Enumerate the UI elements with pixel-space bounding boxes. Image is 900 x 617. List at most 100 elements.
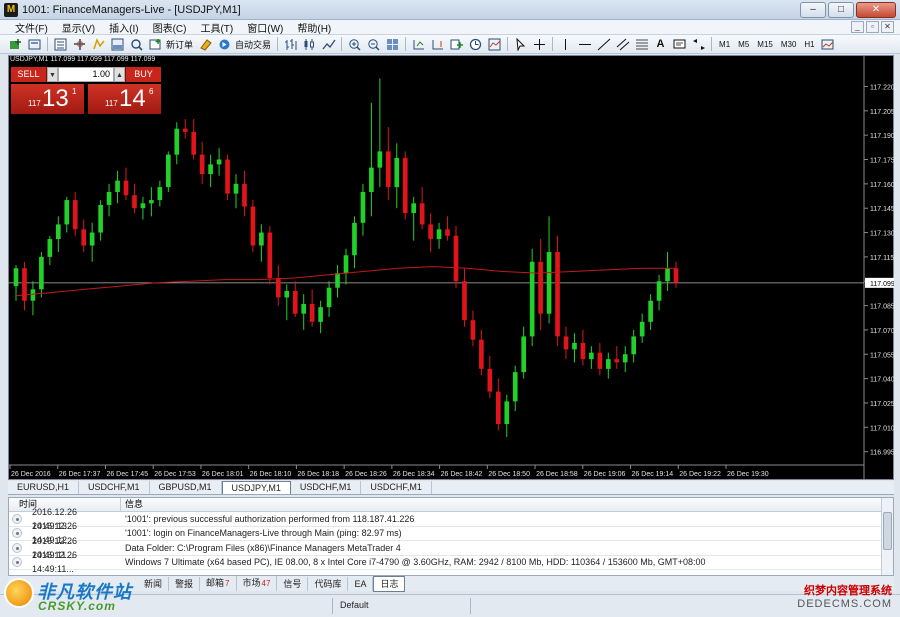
terminal-icon[interactable] bbox=[110, 37, 126, 52]
tester-icon[interactable] bbox=[129, 37, 145, 52]
mdi-minimize-button[interactable]: _ bbox=[851, 21, 864, 33]
periods-icon[interactable] bbox=[468, 37, 484, 52]
chart-shift-icon[interactable] bbox=[430, 37, 446, 52]
timeframe-m30[interactable]: M30 bbox=[777, 39, 801, 50]
zoom-in-icon[interactable] bbox=[347, 37, 363, 52]
menu-file[interactable]: 文件(F) bbox=[8, 20, 55, 35]
candle-body bbox=[377, 151, 383, 168]
lot-increase-icon[interactable]: ▲ bbox=[114, 67, 125, 82]
candle-body bbox=[343, 255, 349, 274]
time-tick-label: 26 Dec 18:18 bbox=[297, 471, 339, 478]
price-tick-label: 117.070 bbox=[870, 328, 894, 335]
minimize-button[interactable]: – bbox=[800, 2, 826, 18]
text-icon[interactable]: A bbox=[653, 37, 669, 52]
menu-tools[interactable]: 工具(T) bbox=[193, 20, 240, 35]
candle-body bbox=[157, 187, 163, 201]
status-separator bbox=[332, 598, 333, 614]
timeframe-m1[interactable]: M1 bbox=[715, 39, 734, 50]
buy-button[interactable]: BUY bbox=[125, 67, 161, 82]
log-row[interactable]: 2016.12.26 14:49:11... Windows 7 Ultimat… bbox=[9, 550, 893, 574]
lot-size-input[interactable]: 1.00 bbox=[58, 67, 114, 82]
auto-trading-icon[interactable] bbox=[217, 37, 233, 52]
timeframe-m15[interactable]: M15 bbox=[753, 39, 777, 50]
log-row[interactable]: 2016.12.26 14:49:12... '1001': login on … bbox=[9, 521, 893, 545]
templates-icon[interactable] bbox=[487, 37, 503, 52]
vertical-line-icon[interactable] bbox=[558, 37, 574, 52]
tab-label: 警报 bbox=[175, 578, 194, 589]
data-window-icon[interactable] bbox=[72, 37, 88, 52]
toolbar-separator bbox=[341, 37, 343, 51]
candle-body bbox=[479, 339, 484, 369]
market-watch-icon[interactable] bbox=[53, 37, 69, 52]
menu-help[interactable]: 帮助(H) bbox=[290, 20, 338, 35]
text-label-icon[interactable] bbox=[672, 37, 688, 52]
sell-price-box[interactable]: 117 13 1 bbox=[11, 84, 84, 114]
terminal-scrollbar[interactable] bbox=[881, 498, 893, 579]
toolbar-separator bbox=[405, 37, 407, 51]
maximize-button[interactable]: □ bbox=[828, 2, 854, 18]
chart-tab-gbpusd-m1[interactable]: GBPUSD,M1 bbox=[150, 481, 222, 494]
candlestick-chart-icon[interactable] bbox=[302, 37, 318, 52]
candle-body bbox=[428, 224, 433, 240]
tab-alerts[interactable]: 警报 bbox=[169, 576, 201, 591]
sell-button[interactable]: SELL bbox=[11, 67, 47, 82]
profiles-icon[interactable] bbox=[27, 37, 43, 52]
crosshair-icon[interactable] bbox=[532, 37, 548, 52]
tab-journal[interactable]: 日志 bbox=[373, 575, 406, 592]
tile-windows-icon[interactable] bbox=[385, 37, 401, 52]
indicators-icon[interactable] bbox=[449, 37, 465, 52]
auto-scroll-icon[interactable] bbox=[411, 37, 427, 52]
line-chart-icon[interactable] bbox=[321, 37, 337, 52]
log-row[interactable]: 2016.12.26 14:49:13... '1001': previous … bbox=[9, 507, 893, 531]
candle-body bbox=[98, 204, 103, 233]
chart-tab-usdchf-m1[interactable]: USDCHF,M1 bbox=[79, 481, 150, 494]
log-row[interactable]: 2016.12.26 14:49:11... Data Folder: C:\P… bbox=[9, 536, 893, 560]
close-button[interactable]: ✕ bbox=[856, 2, 896, 18]
tab-signals[interactable]: 信号 bbox=[277, 576, 309, 591]
auto-trading-button[interactable]: 自动交易 bbox=[235, 38, 271, 51]
menu-view[interactable]: 显示(V) bbox=[55, 20, 102, 35]
arrows-icon[interactable] bbox=[691, 37, 707, 52]
metaeditor-icon[interactable] bbox=[198, 37, 214, 52]
candle-body bbox=[22, 268, 27, 301]
menu-charts[interactable]: 图表(C) bbox=[146, 20, 194, 35]
status-separator bbox=[470, 598, 471, 614]
horizontal-line-icon[interactable] bbox=[577, 37, 593, 52]
cursor-icon[interactable] bbox=[513, 37, 529, 52]
lot-decrease-icon[interactable]: ▼ bbox=[47, 67, 58, 82]
tab-code-base[interactable]: 代码库 bbox=[308, 576, 349, 591]
chart-tab-usdchf-m1-2[interactable]: USDCHF,M1 bbox=[291, 481, 362, 494]
fibonacci-icon[interactable] bbox=[634, 37, 650, 52]
new-chart-icon[interactable] bbox=[8, 37, 24, 52]
time-tick-label: 26 Dec 17:37 bbox=[59, 471, 101, 478]
timeframe-m5[interactable]: M5 bbox=[734, 39, 753, 50]
zoom-out-icon[interactable] bbox=[366, 37, 382, 52]
menu-insert[interactable]: 插入(I) bbox=[102, 20, 145, 35]
candle-body bbox=[216, 159, 222, 165]
menu-window[interactable]: 窗口(W) bbox=[240, 20, 290, 35]
tab-experts[interactable]: EA bbox=[348, 576, 374, 591]
chart-tab-usdjpy-m1[interactable]: USDJPY,M1 bbox=[221, 481, 291, 494]
navigator-icon[interactable] bbox=[91, 37, 107, 52]
candle-body bbox=[250, 206, 256, 246]
timeframe-h1[interactable]: H1 bbox=[800, 39, 818, 50]
sell-price-fraction: 1 bbox=[72, 87, 77, 96]
new-order-button[interactable]: 新订单 bbox=[166, 38, 193, 51]
trendline-icon[interactable] bbox=[596, 37, 612, 52]
candle-body bbox=[555, 252, 560, 337]
candle-body bbox=[233, 183, 239, 194]
tab-market[interactable]: 市场47 bbox=[237, 576, 278, 591]
new-order-icon[interactable] bbox=[148, 37, 164, 52]
buy-price-box[interactable]: 117 14 6 bbox=[88, 84, 161, 114]
channel-icon[interactable] bbox=[615, 37, 631, 52]
mdi-restore-button[interactable]: ▫ bbox=[866, 21, 879, 33]
more-timeframes-icon[interactable] bbox=[820, 37, 836, 52]
tab-mailbox[interactable]: 邮箱7 bbox=[200, 576, 237, 591]
price-chart[interactable]: 117.220 117.205 117.190 117.175 117.160 117.1… bbox=[8, 55, 894, 480]
chart-tab-usdchf-m1-3[interactable]: USDCHF,M1 bbox=[361, 481, 432, 494]
scrollbar-thumb[interactable] bbox=[883, 512, 892, 550]
mdi-close-button[interactable]: ✕ bbox=[881, 21, 894, 33]
bar-chart-icon[interactable] bbox=[283, 37, 299, 52]
column-header-message[interactable]: 信息 bbox=[121, 498, 893, 511]
chart-tab-eurusd-h1[interactable]: EURUSD,H1 bbox=[8, 481, 80, 494]
